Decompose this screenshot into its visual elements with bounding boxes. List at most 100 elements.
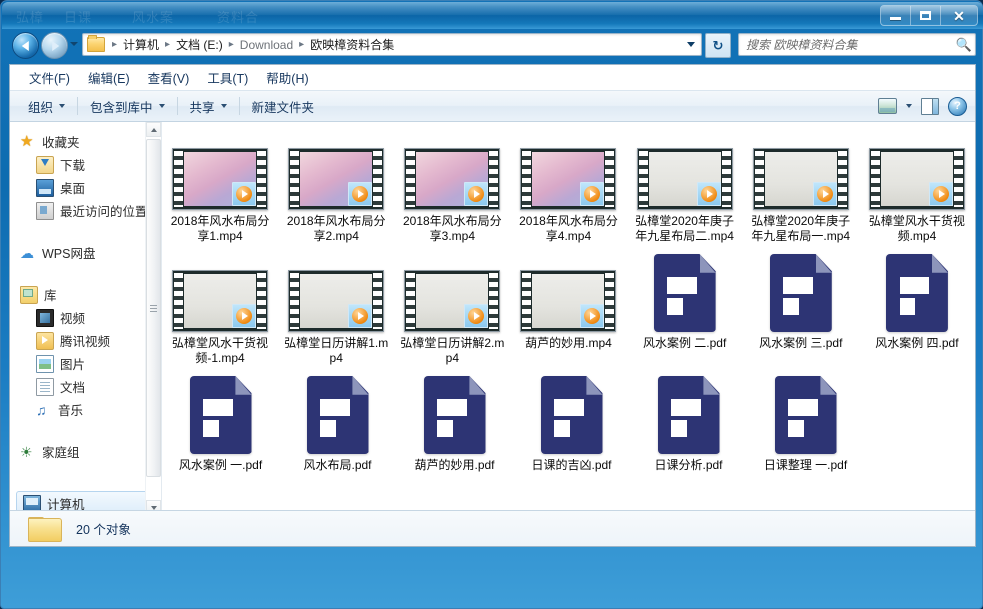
address-dropdown-icon[interactable] — [687, 42, 695, 47]
forward-button[interactable] — [41, 32, 68, 59]
include-in-library-button[interactable]: 包含到库中 — [82, 93, 173, 120]
sidebar-item-documents[interactable]: 文档 — [10, 375, 161, 398]
menu-help[interactable]: 帮助(H) — [257, 65, 317, 90]
maximize-button[interactable] — [911, 6, 941, 25]
video-frame — [300, 274, 373, 328]
file-name-label: 2018年风水布局分享3.mp4 — [402, 214, 502, 243]
help-icon[interactable]: ? — [948, 96, 967, 116]
file-name-label: 风水案例 四.pdf — [875, 336, 959, 350]
breadcrumb-separator: ▸ — [228, 39, 234, 50]
sidebar-label-videos: 视频 — [60, 312, 86, 326]
file-name-label: 弘樟堂日历讲解2.mp4 — [400, 336, 505, 365]
new-folder-label: 新建文件夹 — [251, 100, 315, 115]
breadcrumb-item-computer[interactable]: 计算机 — [121, 36, 161, 53]
minimize-button[interactable] — [881, 6, 911, 25]
history-dropdown-icon[interactable] — [70, 42, 78, 46]
file-item[interactable]: 弘樟堂2020年庚子年九星布局一.mp4 — [743, 136, 859, 250]
chevron-down-icon[interactable] — [906, 104, 912, 108]
file-item[interactable]: 2018年风水布局分享4.mp4 — [510, 136, 626, 250]
file-item[interactable]: 弘樟堂风水干货视频-1.mp4 — [162, 258, 278, 372]
sidebar-item-libraries[interactable]: 库 — [10, 283, 161, 306]
breadcrumb-item-documents[interactable]: 文档 (E:) — [174, 36, 225, 53]
sidebar-item-favorites[interactable]: ★ 收藏夹 — [10, 130, 161, 153]
search-box[interactable]: 🔍 — [738, 33, 976, 56]
close-button[interactable]: ✕ — [941, 6, 977, 25]
file-name-label: 风水案例 二.pdf — [642, 336, 727, 350]
file-item[interactable]: 弘樟堂2020年庚子年九星布局二.mp4 — [627, 136, 743, 250]
file-item[interactable]: 风水布局.pdf — [279, 376, 396, 479]
sidebar-item-videos[interactable]: 视频 — [10, 306, 161, 329]
share-button[interactable]: 共享 — [182, 93, 235, 120]
file-item[interactable]: 风水案例 一.pdf — [162, 376, 279, 479]
video-frame — [532, 152, 605, 206]
search-icon[interactable]: 🔍 — [953, 37, 975, 53]
play-overlay-icon — [580, 182, 605, 206]
sidebar-item-tencent-video[interactable]: 腾讯视频 — [10, 329, 161, 352]
film-perforation-right — [373, 151, 383, 207]
file-item[interactable]: 日课整理 一.pdf — [747, 376, 864, 479]
sidebar-item-homegroup[interactable]: ☀ 家庭组 — [10, 440, 161, 463]
video-thumbnail-icon — [288, 270, 385, 332]
include-in-library-label: 包含到库中 — [90, 100, 153, 115]
sidebar-item-pictures[interactable]: 图片 — [10, 352, 161, 375]
scroll-up-button[interactable] — [146, 122, 161, 137]
menu-view[interactable]: 查看(V) — [139, 65, 199, 90]
video-frame — [184, 152, 257, 206]
sidebar-item-wps-cloud[interactable]: ☁ WPS网盘 — [10, 241, 161, 264]
scrollbar-thumb[interactable] — [146, 139, 161, 477]
organize-label: 组织 — [28, 100, 54, 115]
file-item[interactable]: 葫芦的妙用.mp4 — [510, 258, 626, 372]
file-thumbnail — [756, 376, 856, 454]
file-name-label: 日课整理 一.pdf — [763, 458, 848, 472]
file-item[interactable]: 弘樟堂日历讲解1.mp4 — [278, 258, 394, 372]
sidebar-item-downloads[interactable]: 下载 — [10, 153, 161, 176]
play-overlay-icon — [580, 304, 605, 328]
sidebar-item-desktop[interactable]: 桌面 — [10, 176, 161, 199]
file-name-label: 葫芦的妙用.pdf — [414, 458, 495, 472]
video-thumbnail-icon — [172, 270, 269, 332]
sidebar-item-music[interactable]: ♫ 音乐 — [10, 398, 161, 421]
file-item[interactable]: 风水案例 四.pdf — [859, 254, 975, 372]
back-button[interactable] — [12, 32, 39, 59]
file-item[interactable]: 2018年风水布局分享1.mp4 — [162, 136, 278, 250]
navigation-scrollbar[interactable] — [145, 122, 161, 515]
file-item[interactable]: 弘樟堂日历讲解2.mp4 — [394, 258, 510, 372]
new-folder-button[interactable]: 新建文件夹 — [244, 93, 323, 120]
change-view-icon[interactable] — [878, 98, 897, 114]
breadcrumb-item-current-folder[interactable]: 欧映樟资料合集 — [308, 36, 396, 53]
breadcrumb-item-download[interactable]: Download — [238, 38, 295, 52]
file-thumbnail — [639, 376, 739, 454]
play-overlay-icon — [232, 304, 257, 328]
file-thumbnail — [867, 254, 967, 332]
file-thumbnail — [518, 262, 618, 332]
preview-pane-icon[interactable] — [921, 97, 939, 115]
file-item[interactable]: 日课的吉凶.pdf — [513, 376, 630, 479]
menu-file[interactable]: 文件(F) — [20, 65, 79, 90]
file-list-pane[interactable]: 2018年风水布局分享1.mp4 2018年风水布局分享2.mp4 2018年风水布… — [162, 122, 975, 515]
organize-button[interactable]: 组织 — [20, 93, 73, 120]
file-item[interactable]: 风水案例 三.pdf — [743, 254, 859, 372]
menu-edit[interactable]: 编辑(E) — [79, 65, 139, 90]
video-frame — [416, 152, 489, 206]
address-bar[interactable]: ▸ 计算机 ▸ 文档 (E:) ▸ Download ▸ 欧映樟资料合集 — [82, 33, 702, 56]
play-overlay-icon — [464, 304, 489, 328]
sidebar-item-recent-places[interactable]: 最近访问的位置 — [10, 199, 161, 222]
file-item[interactable]: 风水案例 二.pdf — [627, 254, 743, 372]
search-input[interactable] — [739, 36, 953, 53]
refresh-button[interactable]: ↻ — [705, 33, 731, 58]
file-item[interactable]: 2018年风水布局分享2.mp4 — [278, 136, 394, 250]
file-item[interactable]: 葫芦的妙用.pdf — [396, 376, 513, 479]
file-item[interactable]: 弘樟堂风水干货视频.mp4 — [859, 136, 975, 250]
film-perforation-right — [953, 151, 963, 207]
chevron-down-icon — [220, 104, 227, 108]
film-perforation-right — [605, 273, 615, 329]
sidebar-label-homegroup: 家庭组 — [42, 446, 80, 460]
title-bar[interactable]: 弘樟 日课 风水案 资料合 ✕ — [2, 2, 983, 29]
file-item[interactable]: 2018年风水布局分享3.mp4 — [394, 136, 510, 250]
file-item[interactable]: 日课分析.pdf — [630, 376, 747, 479]
pdf-file-icon — [653, 254, 716, 332]
menu-tools[interactable]: 工具(T) — [198, 65, 257, 90]
